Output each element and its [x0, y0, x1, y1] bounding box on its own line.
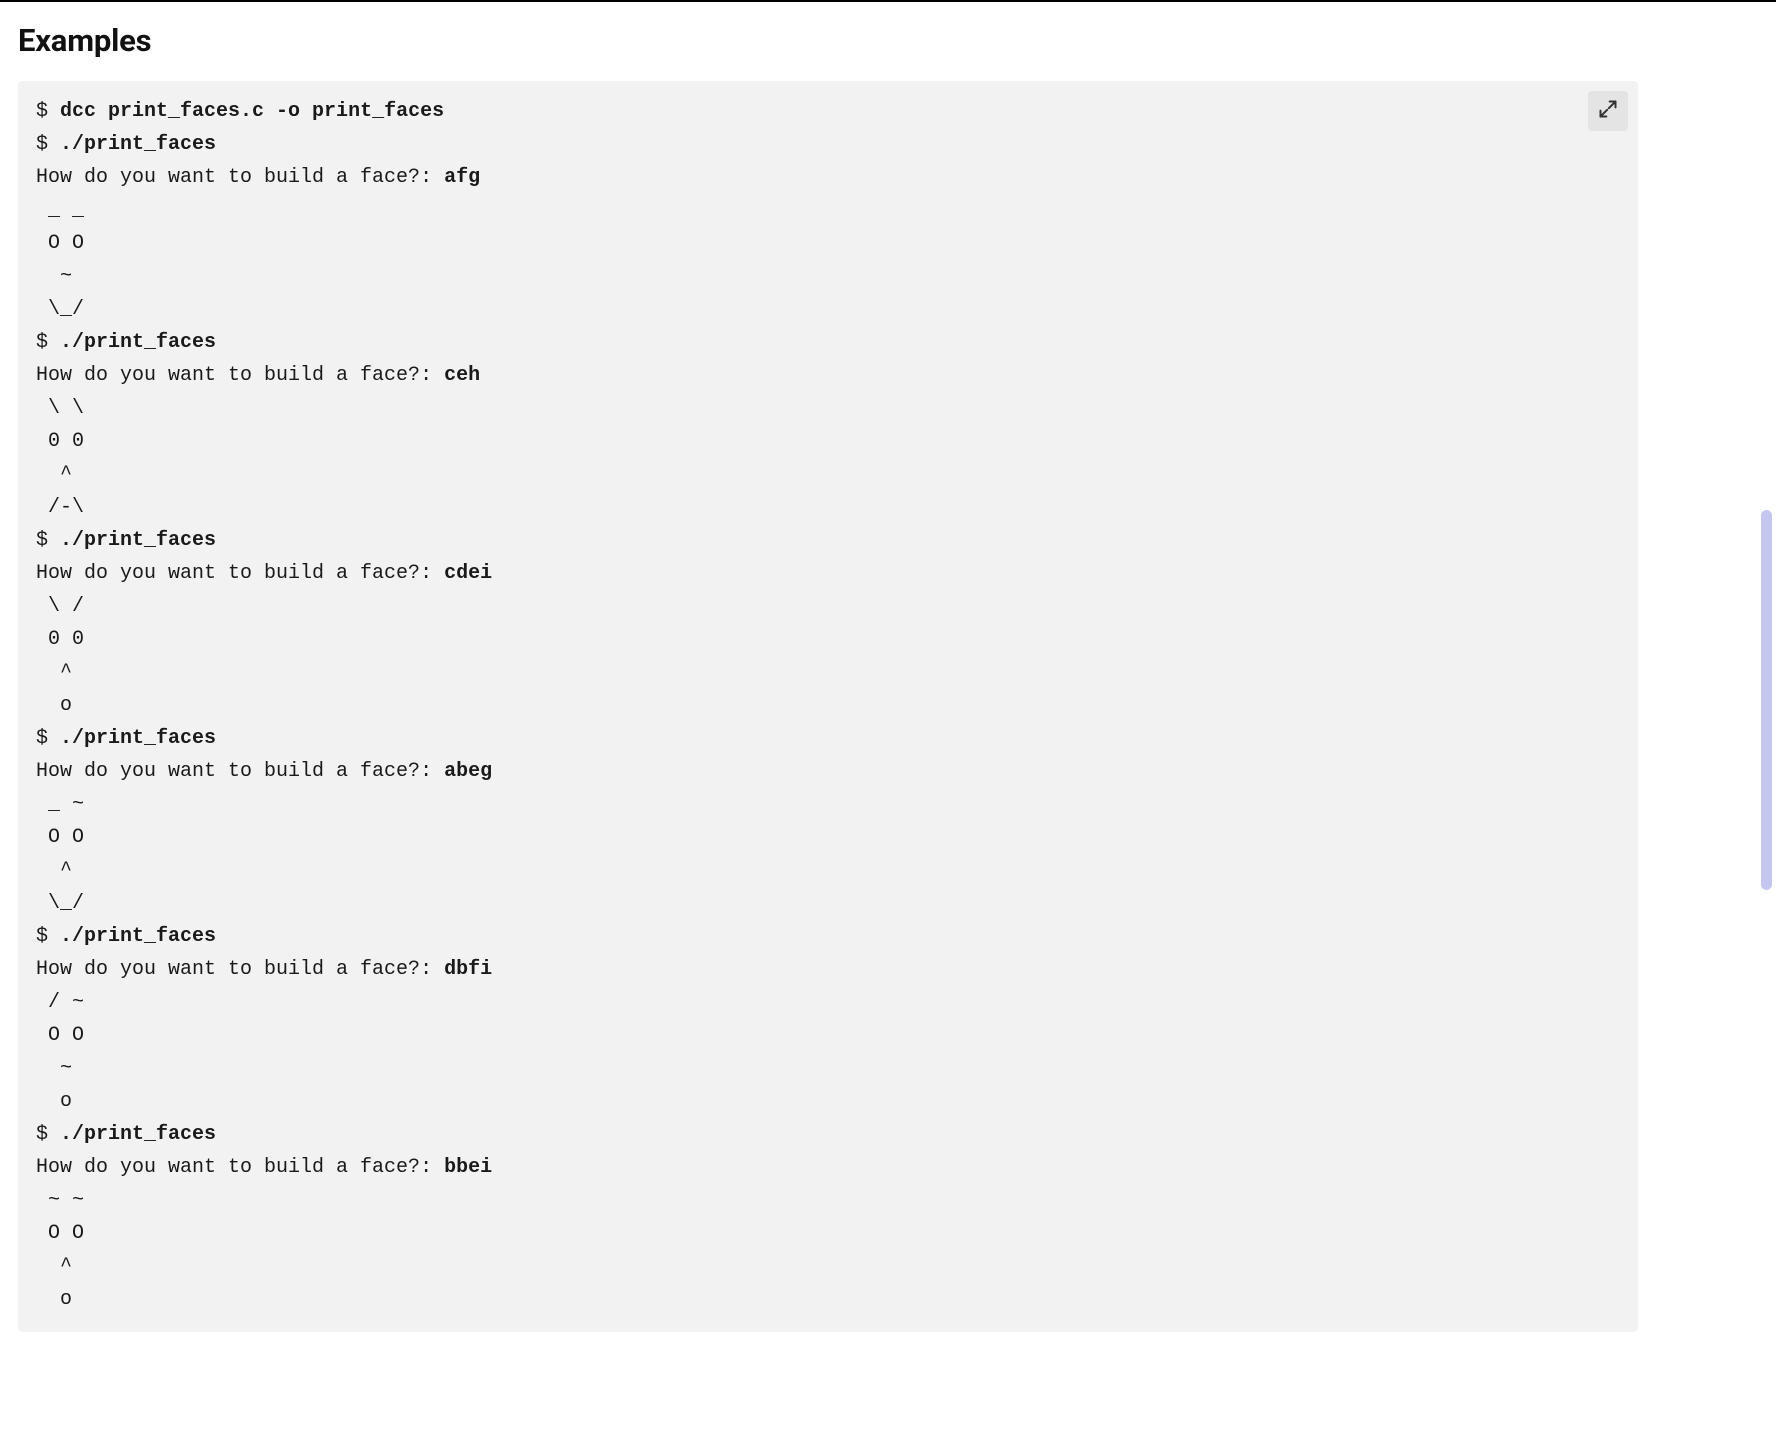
code-example-block: $ dcc print_faces.c -o print_faces $ ./p… [18, 81, 1638, 1332]
scrollbar-track[interactable] [1760, 0, 1772, 1452]
terminal-output: $ dcc print_faces.c -o print_faces $ ./p… [36, 95, 1620, 1316]
scrollbar-thumb[interactable] [1761, 510, 1772, 890]
expand-button[interactable] [1588, 91, 1628, 131]
content-area: Examples $ dcc print_faces.c -o print_fa… [0, 2, 1776, 1332]
section-title: Examples [18, 22, 1758, 59]
expand-icon [1598, 99, 1618, 123]
